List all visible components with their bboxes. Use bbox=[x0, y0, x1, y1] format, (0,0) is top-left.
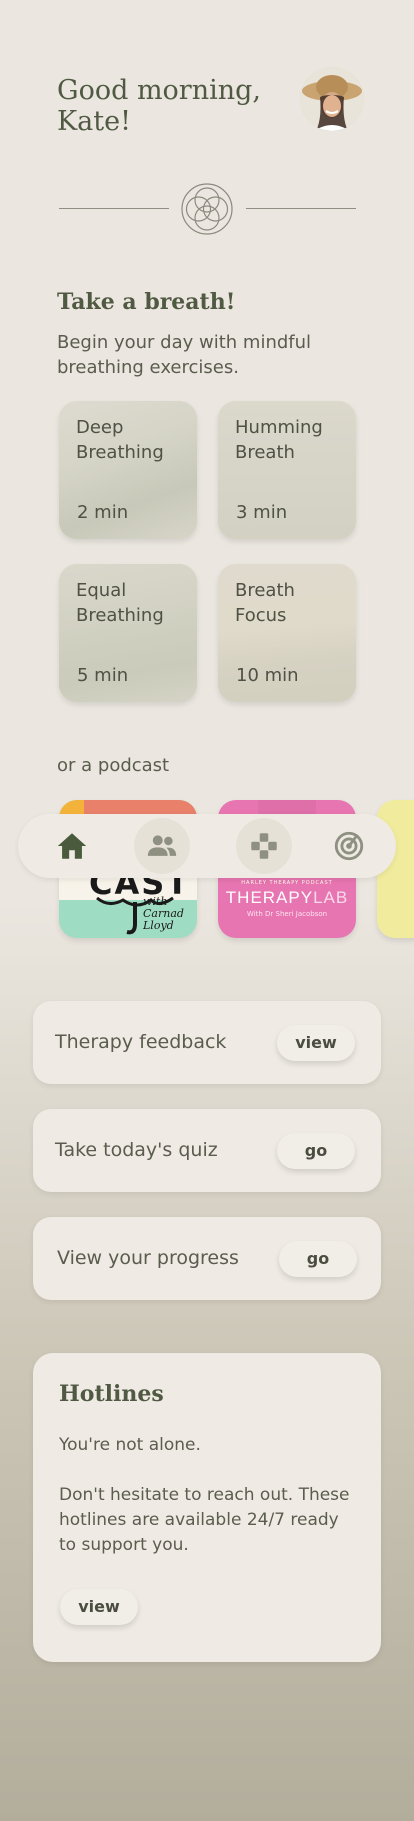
quiz-row: Take today's quiz go bbox=[33, 1109, 381, 1192]
greeting-line-1: Good morning, bbox=[57, 75, 261, 106]
quiz-go-button[interactable]: go bbox=[277, 1133, 355, 1169]
progress-go-button[interactable]: go bbox=[279, 1241, 357, 1277]
home-icon bbox=[57, 833, 87, 859]
podcast-title-light: LAB bbox=[313, 888, 349, 907]
divider-right bbox=[246, 208, 356, 209]
podcast-host: With Dr Sheri Jacobson bbox=[246, 910, 328, 918]
breath-card-duration: 3 min bbox=[236, 502, 288, 523]
breath-card-equal[interactable]: Equal Breathing 5 min bbox=[59, 564, 197, 702]
hotlines-title: Hotlines bbox=[59, 1381, 164, 1407]
breath-card-focus[interactable]: Breath Focus 10 min bbox=[218, 564, 356, 702]
nav-progress[interactable] bbox=[321, 818, 377, 874]
nav-home[interactable] bbox=[44, 818, 100, 874]
hotlines-card: Hotlines You're not alone. Don't hesitat… bbox=[33, 1353, 381, 1662]
breath-card-name: Humming Breath bbox=[235, 417, 323, 463]
breath-card-name: Deep Breathing bbox=[76, 417, 164, 463]
breath-card-name: Breath Focus bbox=[235, 580, 295, 626]
breath-section-subtitle: Begin your day with mindful breathing ex… bbox=[57, 332, 312, 378]
therapy-feedback-row: Therapy feedback view bbox=[33, 1001, 381, 1084]
breath-card-duration: 2 min bbox=[77, 502, 129, 523]
greeting-heading: Good morning, Kate! bbox=[57, 75, 287, 137]
nav-games[interactable] bbox=[236, 818, 292, 874]
gamepad-icon bbox=[251, 833, 277, 859]
podcast-title-bold: THERAPY bbox=[225, 888, 314, 907]
greeting-line-2: Kate! bbox=[57, 106, 131, 137]
bottom-nav bbox=[18, 814, 396, 878]
action-label: Take today's quiz bbox=[55, 1139, 218, 1161]
divider-left bbox=[59, 208, 169, 209]
avatar[interactable] bbox=[300, 67, 364, 131]
breath-card-deep[interactable]: Deep Breathing 2 min bbox=[59, 401, 197, 539]
flower-of-life-icon bbox=[181, 183, 233, 235]
breath-card-humming[interactable]: Humming Breath 3 min bbox=[218, 401, 356, 539]
breath-card-duration: 5 min bbox=[77, 665, 129, 686]
therapy-feedback-view-button[interactable]: view bbox=[277, 1025, 355, 1061]
breath-card-duration: 10 min bbox=[236, 665, 299, 686]
progress-row: View your progress go bbox=[33, 1217, 381, 1300]
podcast-byline: with Carnad Lloyd bbox=[143, 895, 184, 932]
podcast-label: or a podcast bbox=[57, 755, 170, 776]
hotlines-text-1: You're not alone. bbox=[59, 1435, 201, 1455]
breath-card-name: Equal Breathing bbox=[76, 580, 164, 626]
action-label: Therapy feedback bbox=[55, 1031, 227, 1053]
radar-icon bbox=[334, 831, 364, 861]
podcast-title: THERAPYLAB bbox=[218, 888, 356, 908]
hotlines-text-2: Don't hesitate to reach out. These hotli… bbox=[59, 1485, 350, 1555]
people-icon bbox=[147, 835, 177, 856]
podcast-kicker: HARLEY THERAPY PODCAST bbox=[241, 880, 333, 886]
nav-people[interactable] bbox=[134, 818, 190, 874]
hotlines-view-button[interactable]: view bbox=[60, 1589, 138, 1625]
action-label: View your progress bbox=[57, 1247, 239, 1269]
user-avatar-icon bbox=[300, 67, 364, 131]
breath-section-title: Take a breath! bbox=[57, 289, 236, 315]
